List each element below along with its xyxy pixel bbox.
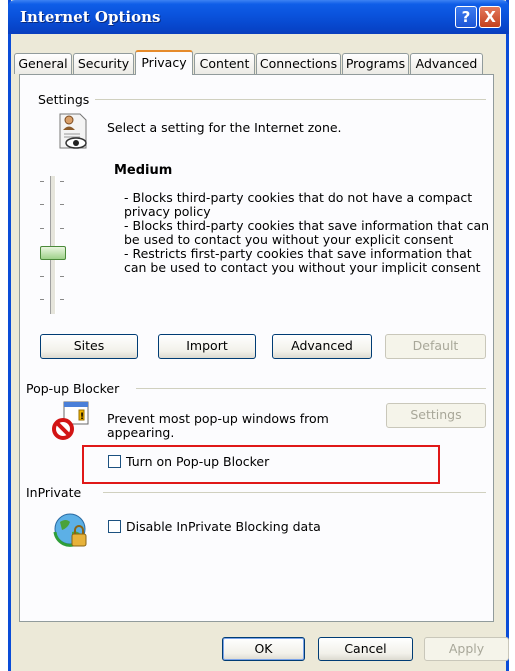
inprivate-icon	[52, 510, 92, 550]
privacy-level-title: Medium	[114, 163, 173, 178]
import-button[interactable]: Import	[158, 334, 256, 359]
cancel-button[interactable]: Cancel	[318, 637, 413, 661]
close-icon[interactable]: X	[479, 6, 501, 28]
popup-blocker-checkbox-label[interactable]: Turn on Pop-up Blocker	[126, 455, 269, 469]
description-line: - Restricts first-party cookies that sav…	[124, 246, 472, 261]
tab-advanced[interactable]: Advanced	[410, 53, 483, 74]
slider-tick	[40, 228, 44, 229]
inprivate-checkbox-label[interactable]: Disable InPrivate Blocking data	[126, 520, 321, 534]
privacy-level-slider[interactable]	[50, 176, 56, 314]
inprivate-group-label: InPrivate	[26, 485, 88, 500]
apply-button[interactable]: Apply	[424, 637, 509, 661]
privacy-settings-icon	[58, 112, 90, 150]
inprivate-divider	[103, 492, 486, 493]
inprivate-checkbox[interactable]	[108, 520, 121, 533]
slider-tick	[40, 276, 44, 277]
description-line: privacy policy	[124, 204, 211, 219]
popup-description-line: appearing.	[107, 425, 175, 440]
slider-tick	[60, 181, 64, 182]
popup-blocker-icon: !	[52, 400, 90, 442]
tab-privacy[interactable]: Privacy	[135, 50, 193, 75]
slider-tick	[60, 204, 64, 205]
ok-button[interactable]: OK	[222, 637, 305, 661]
tab-programs[interactable]: Programs	[342, 53, 409, 74]
slider-thumb[interactable]	[40, 246, 66, 260]
slider-tick	[40, 204, 44, 205]
settings-divider	[94, 99, 486, 100]
settings-group-label: Settings	[38, 92, 96, 107]
svg-text:!: !	[80, 412, 84, 422]
popup-blocker-checkbox[interactable]	[108, 455, 121, 468]
slider-tick	[60, 228, 64, 229]
description-line: can be used to contact you without your …	[124, 260, 481, 275]
slider-tick	[60, 299, 64, 300]
tab-content[interactable]: Content	[194, 53, 255, 74]
description-line: - Blocks third-party cookies that do not…	[124, 190, 473, 205]
popup-divider	[136, 388, 486, 389]
sites-button[interactable]: Sites	[40, 334, 138, 359]
slider-tick	[40, 299, 44, 300]
zone-description: Select a setting for the Internet zone.	[107, 120, 342, 135]
privacy-level-description: - Blocks third-party cookies that do not…	[122, 190, 490, 275]
tab-general[interactable]: General	[14, 53, 72, 74]
default-button[interactable]: Default	[385, 334, 486, 359]
tab-connections[interactable]: Connections	[256, 53, 341, 74]
description-line: be used to contact you without your expl…	[124, 232, 454, 247]
tab-strip: General Security Privacy Content Connect…	[11, 50, 506, 75]
description-line: - Blocks third-party cookies that save i…	[124, 218, 490, 233]
slider-tick	[60, 276, 64, 277]
popup-description-line: Prevent most pop-up windows from	[107, 411, 329, 426]
tab-security[interactable]: Security	[73, 53, 134, 74]
popup-settings-button[interactable]: Settings	[386, 403, 486, 428]
advanced-button[interactable]: Advanced	[272, 334, 372, 359]
window-title: Internet Options	[20, 8, 161, 26]
help-icon[interactable]: ?	[455, 6, 477, 28]
slider-tick	[40, 181, 44, 182]
popup-group-label: Pop-up Blocker	[26, 381, 126, 396]
title-bar[interactable]: Internet Options ? X	[8, 0, 509, 34]
